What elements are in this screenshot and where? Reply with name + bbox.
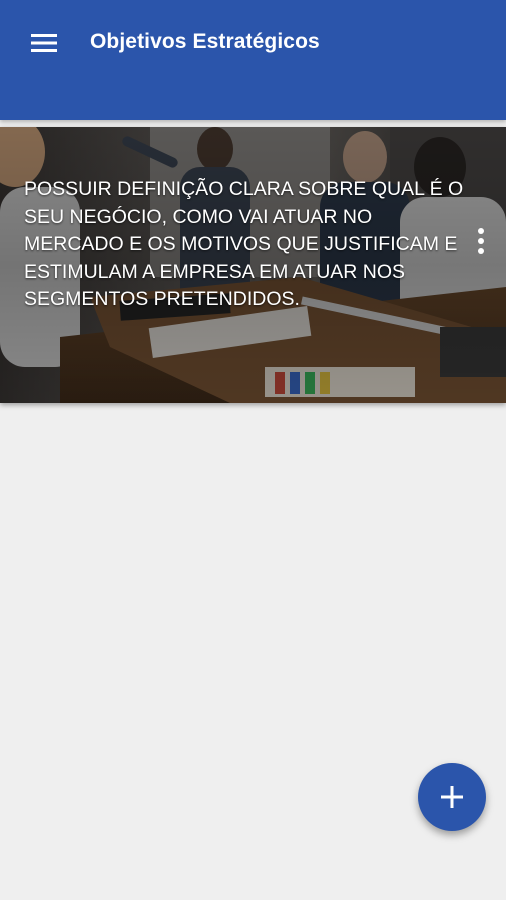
add-objective-button[interactable] xyxy=(418,763,486,831)
more-vertical-icon-dot xyxy=(478,248,484,254)
page-title: Objetivos Estratégicos xyxy=(90,30,320,53)
hamburger-menu-icon xyxy=(31,34,57,52)
objective-text-container: POSSUIR DEFINIÇÃO CLARA SOBRE QUAL É O S… xyxy=(24,176,474,314)
objective-text: POSSUIR DEFINIÇÃO CLARA SOBRE QUAL É O S… xyxy=(24,178,464,310)
more-vertical-icon-dot xyxy=(478,228,484,234)
more-vertical-icon-dot xyxy=(478,238,484,244)
plus-icon xyxy=(441,786,463,808)
more-options-button[interactable] xyxy=(470,224,492,258)
app-bar: Objetivos Estratégicos xyxy=(0,0,506,120)
objective-card[interactable]: POSSUIR DEFINIÇÃO CLARA SOBRE QUAL É O S… xyxy=(0,127,506,403)
menu-button[interactable] xyxy=(22,26,66,60)
